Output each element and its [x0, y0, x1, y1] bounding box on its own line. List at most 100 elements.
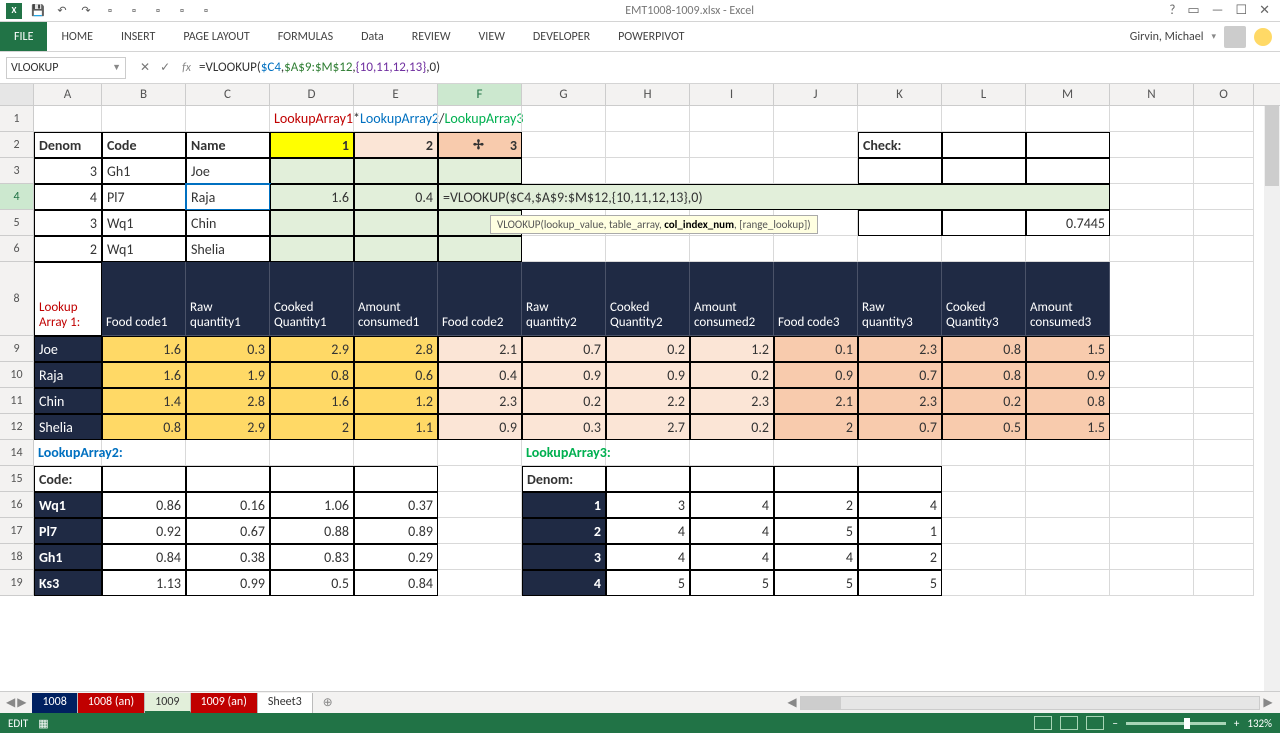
cell[interactable]: 0.2: [606, 336, 690, 362]
macro-icon[interactable]: ▦: [38, 717, 48, 730]
select-all-corner[interactable]: [0, 84, 34, 105]
cell[interactable]: Raja: [34, 362, 102, 388]
cell[interactable]: 4: [690, 544, 774, 570]
cell[interactable]: 3: [522, 544, 606, 570]
cell[interactable]: 1.2: [690, 336, 774, 362]
row-header[interactable]: 2: [0, 132, 34, 158]
tab-file[interactable]: FILE: [0, 22, 47, 51]
cell[interactable]: 1.9: [186, 362, 270, 388]
sheet-tab[interactable]: 1008 (an): [78, 693, 145, 713]
cell[interactable]: 2.3: [690, 388, 774, 414]
row-header[interactable]: 14: [0, 440, 34, 466]
row-header[interactable]: 10: [0, 362, 34, 388]
page-break-view-icon[interactable]: [1086, 716, 1104, 730]
cell[interactable]: 1: [858, 518, 942, 544]
cell[interactable]: 3: [606, 492, 690, 518]
cell[interactable]: 0.88: [270, 518, 354, 544]
cell[interactable]: 2.9: [186, 414, 270, 440]
cell[interactable]: 4: [522, 570, 606, 596]
fx-icon[interactable]: fx: [178, 61, 195, 75]
emoji-icon[interactable]: [1254, 28, 1272, 46]
cell[interactable]: 0.5: [270, 570, 354, 596]
cell[interactable]: 0.99: [186, 570, 270, 596]
undo-icon[interactable]: ↶: [54, 3, 70, 19]
cell[interactable]: 1.06: [270, 492, 354, 518]
cell[interactable]: 4: [606, 518, 690, 544]
cell[interactable]: 1.5: [1026, 336, 1110, 362]
col-header[interactable]: B: [102, 84, 186, 105]
row-header[interactable]: 12: [0, 414, 34, 440]
sheet-tab[interactable]: Sheet3: [258, 693, 313, 713]
cell[interactable]: 0.92: [102, 518, 186, 544]
cell[interactable]: Pl7: [34, 518, 102, 544]
cell[interactable]: 0.8: [942, 336, 1026, 362]
tab-page-layout[interactable]: PAGE LAYOUT: [169, 22, 263, 51]
cell[interactable]: 4: [606, 544, 690, 570]
cell[interactable]: Shelia: [34, 414, 102, 440]
cell[interactable]: 0.8: [1026, 388, 1110, 414]
qat-icon[interactable]: ▫: [126, 3, 142, 19]
formula-input[interactable]: =VLOOKUP($C4,$A$9:$M$12,{10,11,12,13},0): [195, 60, 1280, 75]
cell[interactable]: 0.84: [102, 544, 186, 570]
cell[interactable]: 0.9: [606, 362, 690, 388]
sheet-tab[interactable]: 1008: [32, 693, 77, 713]
cell[interactable]: 2.9: [270, 336, 354, 362]
row-header[interactable]: 4: [0, 184, 34, 210]
cell[interactable]: 2.3: [858, 336, 942, 362]
cell[interactable]: 2.3: [438, 388, 522, 414]
active-cell[interactable]: =VLOOKUP($C4,$A$9:$M$12,{10,11,12,13},0): [438, 184, 1110, 210]
cell[interactable]: 0.3: [522, 414, 606, 440]
cell[interactable]: 1.6: [102, 362, 186, 388]
cell[interactable]: 0.9: [1026, 362, 1110, 388]
tab-home[interactable]: HOME: [47, 22, 107, 51]
row-header[interactable]: 6: [0, 236, 34, 262]
cell[interactable]: 1.1: [354, 414, 438, 440]
col-header[interactable]: A: [34, 84, 102, 105]
avatar[interactable]: [1224, 26, 1246, 48]
ribbon-options-icon[interactable]: ▭: [1187, 3, 1199, 18]
cell[interactable]: 4: [858, 492, 942, 518]
zoom-out-icon[interactable]: −: [1112, 717, 1117, 730]
tab-insert[interactable]: INSERT: [107, 22, 169, 51]
redo-icon[interactable]: ↷: [78, 3, 94, 19]
cell[interactable]: 0.1: [774, 336, 858, 362]
user-name[interactable]: Girvin, Michael: [1130, 30, 1204, 44]
cell[interactable]: 2.3: [858, 388, 942, 414]
cell[interactable]: 0.5: [942, 414, 1026, 440]
cell[interactable]: 2.8: [186, 388, 270, 414]
cell[interactable]: Ks3: [34, 570, 102, 596]
cell[interactable]: 0.2: [522, 388, 606, 414]
col-header[interactable]: K: [858, 84, 942, 105]
cell[interactable]: 4: [690, 518, 774, 544]
cell[interactable]: 1.4: [102, 388, 186, 414]
cell[interactable]: 1: [522, 492, 606, 518]
cell[interactable]: 2.7: [606, 414, 690, 440]
cell[interactable]: 0.7: [858, 362, 942, 388]
cell[interactable]: 2: [522, 518, 606, 544]
cell[interactable]: 2: [270, 414, 354, 440]
cell[interactable]: 0.7: [522, 336, 606, 362]
cell[interactable]: 0.9: [438, 414, 522, 440]
row-header[interactable]: 3: [0, 158, 34, 184]
cell[interactable]: 2.1: [774, 388, 858, 414]
row-header[interactable]: 8: [0, 262, 34, 336]
row-header[interactable]: 18: [0, 544, 34, 570]
minimize-icon[interactable]: —: [1212, 3, 1224, 18]
col-header[interactable]: I: [690, 84, 774, 105]
row-header[interactable]: 15: [0, 466, 34, 492]
cell[interactable]: 2.2: [606, 388, 690, 414]
tab-view[interactable]: VIEW: [465, 22, 519, 51]
row-header[interactable]: 19: [0, 570, 34, 596]
cell[interactable]: 0.9: [774, 362, 858, 388]
cell[interactable]: 5: [774, 570, 858, 596]
row-header[interactable]: 1: [0, 106, 34, 132]
enter-icon[interactable]: ✓: [160, 60, 170, 75]
cell[interactable]: 0.29: [354, 544, 438, 570]
scrollbar-thumb[interactable]: [1265, 106, 1279, 186]
col-header[interactable]: M: [1026, 84, 1110, 105]
tab-data[interactable]: Data: [347, 22, 398, 51]
cell[interactable]: 1.2: [354, 388, 438, 414]
add-sheet-icon[interactable]: ⊕: [313, 695, 343, 710]
cell[interactable]: 0.2: [942, 388, 1026, 414]
cell[interactable]: 0.84: [354, 570, 438, 596]
